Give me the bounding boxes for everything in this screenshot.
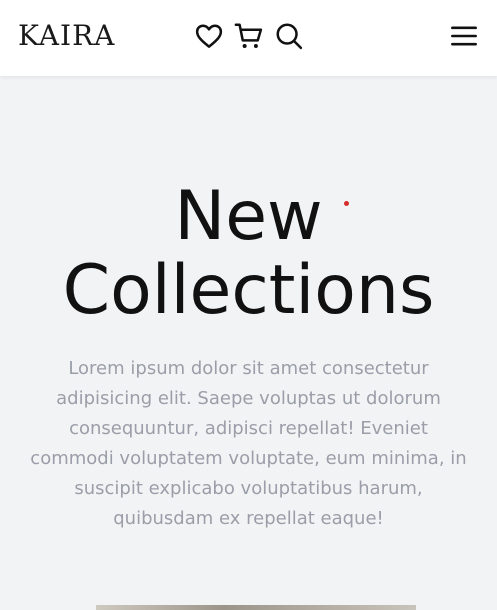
cart-icon	[234, 23, 263, 48]
menu-icon	[451, 26, 477, 46]
hero-title-line1: New	[174, 177, 323, 256]
site-header: KAIRA	[0, 0, 497, 76]
logo[interactable]: KAIRA	[18, 20, 115, 52]
wishlist-button[interactable]	[193, 20, 225, 52]
accent-dot	[344, 201, 349, 206]
heart-icon	[195, 24, 223, 48]
search-button[interactable]	[273, 20, 305, 52]
hero-image-edge	[96, 605, 416, 610]
hero-title-line2: Collections	[62, 251, 435, 330]
search-icon	[276, 23, 303, 50]
cart-button[interactable]	[233, 20, 265, 52]
hero-description: Lorem ipsum dolor sit amet consectetur a…	[30, 358, 467, 529]
hero-title: New Collections	[0, 180, 497, 328]
menu-button[interactable]	[448, 20, 480, 52]
